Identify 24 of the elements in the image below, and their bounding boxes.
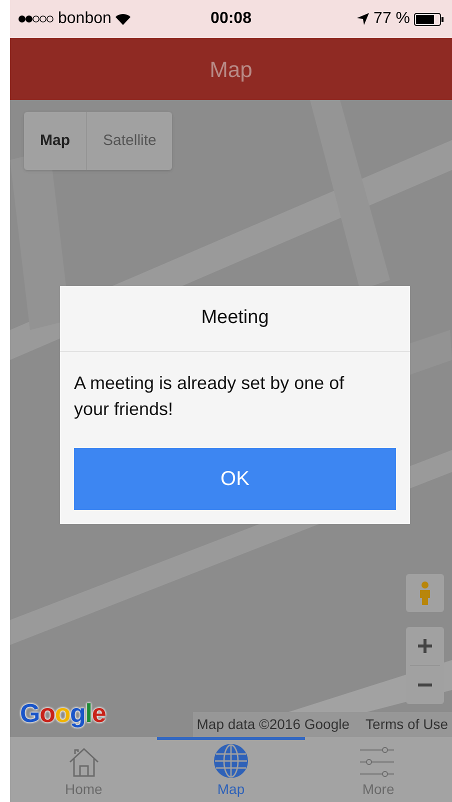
ok-button[interactable]: OK [74, 448, 396, 510]
battery-percent: 77 % [374, 9, 410, 29]
plus-icon [418, 639, 432, 653]
tab-bar-item[interactable]: More [304, 737, 452, 802]
terms-link[interactable]: Terms of Use [354, 712, 452, 737]
globe-icon [212, 743, 249, 779]
dialog-message: A meeting is already set by one of your friends! [73, 372, 346, 421]
tab-bar-item[interactable]: Home [10, 737, 158, 802]
clock-time: 00:08 [210, 9, 252, 29]
google-logo: Google [20, 697, 106, 730]
person-icon [418, 581, 432, 605]
signal-icon [18, 15, 54, 23]
tab-bar-item[interactable]: Map [157, 737, 305, 802]
location-arrow-icon [356, 12, 370, 26]
minus-icon [418, 683, 432, 687]
map-type-tab[interactable]: Satellite [86, 112, 172, 170]
header-title: Map [210, 56, 252, 84]
map-type-tab[interactable]: Map [24, 112, 86, 170]
map-attribution: Map data ©2016 Google [192, 712, 354, 737]
dialog-title: Meeting [201, 306, 269, 330]
battery-icon [414, 12, 444, 26]
wifi-icon [115, 13, 132, 25]
house-icon [66, 745, 101, 779]
carrier-name: bonbon [58, 9, 112, 29]
